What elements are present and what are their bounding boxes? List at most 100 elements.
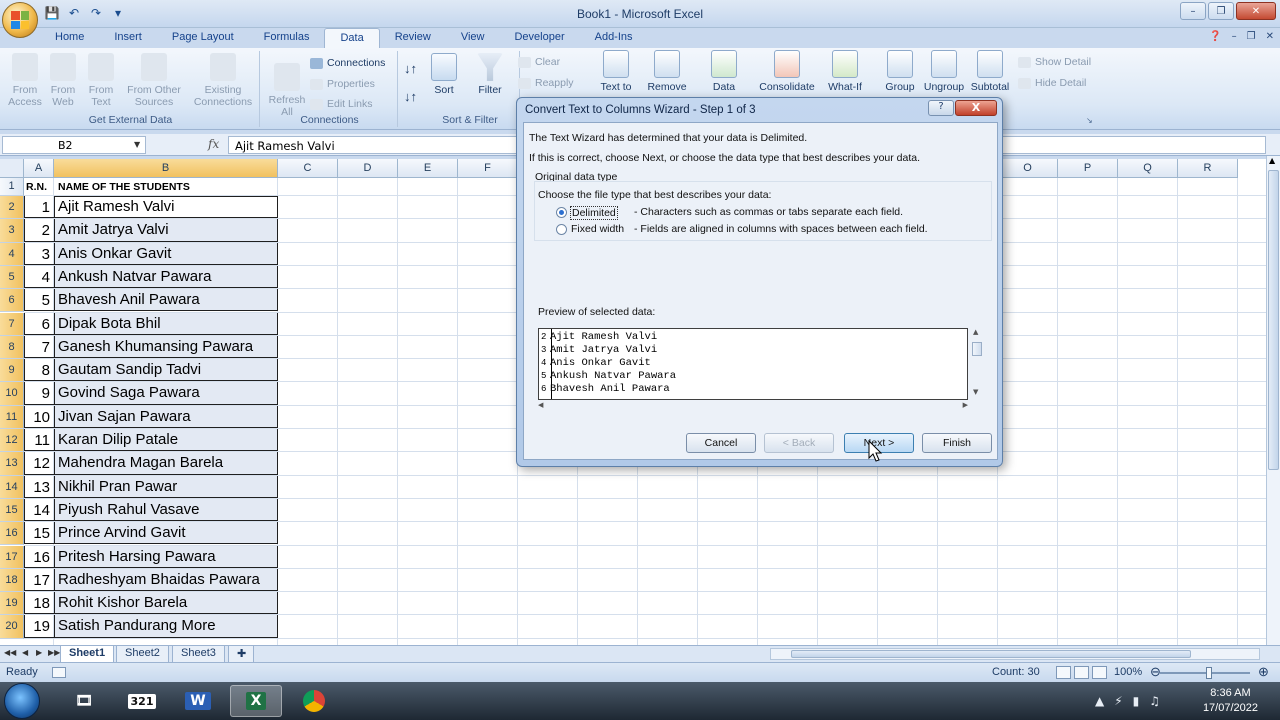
word-app[interactable]: W [172, 685, 224, 717]
signal-icon[interactable]: ▮ [1133, 694, 1140, 708]
data-validation-button[interactable]: Data [704, 50, 744, 93]
vertical-scrollbar[interactable]: ▲ [1266, 156, 1280, 645]
cell-student-name[interactable]: Satish Pandurang More [55, 617, 278, 634]
consolidate-button[interactable]: Consolidate [756, 50, 818, 93]
cell-rn[interactable]: 17 [25, 572, 53, 589]
cell-rn[interactable]: 19 [25, 618, 53, 635]
what-if-button[interactable]: What-If [824, 50, 866, 93]
cell-rn[interactable]: 9 [25, 385, 53, 402]
cell-rn[interactable]: 14 [25, 502, 53, 519]
fixed-width-radio[interactable] [556, 224, 567, 235]
clock[interactable]: 8:36 AM 17/07/2022 [1203, 686, 1258, 716]
horizontal-scrollbar[interactable] [770, 648, 1260, 660]
cell-student-name[interactable]: Ankush Natvar Pawara [55, 268, 278, 285]
row-header[interactable]: 16 [0, 522, 24, 546]
sort-button[interactable]: Sort [428, 53, 460, 96]
row-header[interactable]: 19 [0, 592, 24, 616]
column-header-p[interactable]: P [1058, 159, 1118, 178]
name-box[interactable]: B2 [2, 136, 146, 154]
cell-rn[interactable]: 11 [25, 432, 53, 449]
page-layout-view-icon[interactable] [1074, 666, 1089, 679]
cell-student-name[interactable]: Radheshyam Bhaidas Pawara [55, 571, 278, 588]
tab-page-layout[interactable]: Page Layout [157, 28, 249, 48]
row-header[interactable]: 5 [0, 265, 24, 290]
connections-button[interactable]: Connections [310, 57, 385, 69]
insert-function-button[interactable]: fx [208, 137, 219, 151]
cell-student-name[interactable]: Gautam Sandip Tadvi [55, 361, 278, 378]
cell-student-name[interactable]: Mahendra Magan Barela [55, 454, 278, 471]
row-header[interactable]: 9 [0, 359, 24, 383]
name-box-dropdown-icon[interactable]: ▼ [134, 140, 140, 149]
preview-scroll-down-icon[interactable]: ▼ [973, 388, 978, 396]
cell-rn[interactable]: 7 [25, 339, 53, 356]
network-icon[interactable]: ⚡ [1114, 694, 1122, 708]
column-header-f[interactable]: F [458, 159, 518, 178]
minimize-icon[interactable]: – [1180, 2, 1206, 20]
tab-formulas[interactable]: Formulas [249, 28, 325, 48]
close-icon[interactable]: ✕ [1236, 2, 1276, 20]
cell-rn[interactable]: 1 [25, 199, 53, 216]
cell-rn[interactable]: 12 [25, 455, 53, 472]
fixed-width-label[interactable]: Fixed width [571, 223, 624, 235]
zoom-slider[interactable] [1160, 672, 1250, 674]
cell-student-name[interactable]: Jivan Sajan Pawara [55, 408, 278, 425]
row-header[interactable]: 18 [0, 568, 24, 593]
show-detail-button[interactable]: Show Detail [1018, 56, 1091, 68]
row-header[interactable]: 6 [0, 289, 24, 313]
column-header-b[interactable]: B [54, 159, 278, 178]
row-header[interactable]: 8 [0, 335, 24, 360]
preview-scroll-up-icon[interactable]: ▲ [973, 328, 978, 336]
doc-minimize-icon[interactable]: – [1232, 31, 1237, 42]
prev-sheet-icon[interactable]: ◀ [22, 648, 28, 657]
row-header[interactable]: 13 [0, 452, 24, 476]
row-header[interactable]: 10 [0, 382, 24, 406]
zoom-in-icon[interactable]: ⊕ [1258, 664, 1269, 680]
excel-app[interactable]: X [230, 685, 282, 717]
cell-student-name[interactable]: Karan Dilip Patale [55, 431, 278, 448]
text-to-columns-button[interactable]: Text to [596, 50, 636, 93]
tray-expand-icon[interactable]: ▲ [1095, 694, 1104, 708]
existing-connections-button[interactable]: Existing Connections [190, 53, 256, 108]
from-text-button[interactable]: From Text [86, 53, 116, 108]
insert-sheet-icon[interactable]: ✚ [228, 646, 254, 663]
row-header[interactable]: 20 [0, 615, 24, 639]
doc-restore-icon[interactable]: ❐ [1247, 31, 1256, 42]
cell-rn[interactable]: 15 [25, 525, 53, 542]
dialog-help-button[interactable]: ? [928, 100, 954, 116]
cell-rn[interactable]: 3 [25, 246, 53, 263]
film-app-icon[interactable]: 🎞 [58, 685, 110, 717]
cell-student-name[interactable]: Dipak Bota Bhil [55, 315, 278, 332]
preview-scroll-left-icon[interactable]: ◀ [538, 401, 543, 409]
chrome-app[interactable] [288, 685, 340, 717]
preview-scroll-thumb[interactable] [972, 342, 982, 356]
cell-rn[interactable]: 18 [25, 595, 53, 612]
edit-links-button[interactable]: Edit Links [310, 98, 373, 110]
normal-view-icon[interactable] [1056, 666, 1071, 679]
select-all-corner[interactable] [0, 159, 24, 178]
sort-za-button[interactable]: ↓↑ [404, 89, 417, 104]
zoom-level[interactable]: 100% [1114, 666, 1142, 678]
row-header[interactable]: 15 [0, 498, 24, 523]
cell-student-name[interactable]: Ajit Ramesh Valvi [55, 198, 278, 215]
row-header[interactable]: 1 [0, 178, 24, 196]
cell-rn[interactable]: 10 [25, 409, 53, 426]
filter-button[interactable]: Filter [472, 53, 508, 96]
row-header[interactable]: 14 [0, 475, 24, 499]
subtotal-button[interactable]: Subtotal [968, 50, 1012, 93]
header-cell-rn[interactable]: R.N. [25, 181, 53, 193]
back-button[interactable]: < Back [764, 433, 834, 453]
tab-data[interactable]: Data [324, 28, 380, 48]
sort-az-button[interactable]: ↓↑ [404, 61, 417, 76]
volume-icon[interactable]: ♫ [1149, 694, 1160, 708]
cell-rn[interactable]: 6 [25, 316, 53, 333]
cell-student-name[interactable]: Govind Saga Pawara [55, 384, 278, 401]
cell-student-name[interactable]: Piyush Rahul Vasave [55, 501, 278, 518]
zoom-slider-thumb[interactable] [1206, 667, 1212, 679]
refresh-all-button[interactable]: Refresh All [266, 63, 308, 118]
row-header[interactable]: 4 [0, 242, 24, 266]
header-cell-name[interactable]: NAME OF THE STUDENTS [55, 181, 278, 193]
column-header-a[interactable]: A [24, 159, 54, 178]
cell-student-name[interactable]: Anis Onkar Gavit [55, 245, 278, 262]
delimited-radio[interactable] [556, 207, 567, 218]
sheet-tab-sheet2[interactable]: Sheet2 [116, 646, 169, 663]
